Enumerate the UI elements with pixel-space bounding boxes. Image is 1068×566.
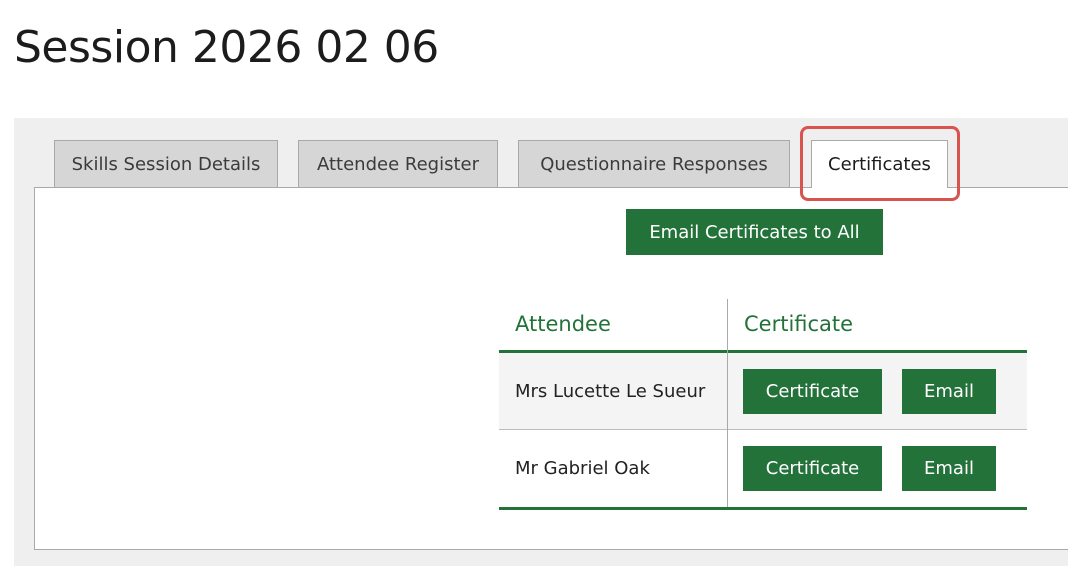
column-header-certificate: Certificate: [744, 312, 854, 336]
tab-attendee-register[interactable]: Attendee Register: [298, 140, 498, 187]
tab-questionnaire-responses[interactable]: Questionnaire Responses: [518, 140, 790, 187]
table-row: Mr Gabriel Oak Certificate Email: [499, 430, 1027, 507]
attendee-name: Mr Gabriel Oak: [515, 458, 650, 479]
certificate-button[interactable]: Certificate: [743, 369, 882, 414]
page-title: Session 2026 02 06: [14, 22, 439, 73]
table-row: Mrs Lucette Le Sueur Certificate Email: [499, 353, 1027, 430]
email-button[interactable]: Email: [902, 369, 996, 414]
table-bottom-rule: [499, 507, 1027, 510]
tab-skills-session-details[interactable]: Skills Session Details: [54, 140, 278, 187]
certificate-button[interactable]: Certificate: [743, 446, 882, 491]
column-header-attendee: Attendee: [515, 312, 611, 336]
tab-certificates[interactable]: Certificates: [811, 140, 948, 188]
email-certificates-to-all-button[interactable]: Email Certificates to All: [626, 209, 883, 255]
session-panel: Skills Session Details Attendee Register…: [14, 118, 1068, 566]
certificates-content: Email Certificates to All Attendee Certi…: [34, 187, 1068, 550]
column-divider: [727, 299, 728, 507]
email-button[interactable]: Email: [902, 446, 996, 491]
attendee-name: Mrs Lucette Le Sueur: [515, 381, 706, 402]
